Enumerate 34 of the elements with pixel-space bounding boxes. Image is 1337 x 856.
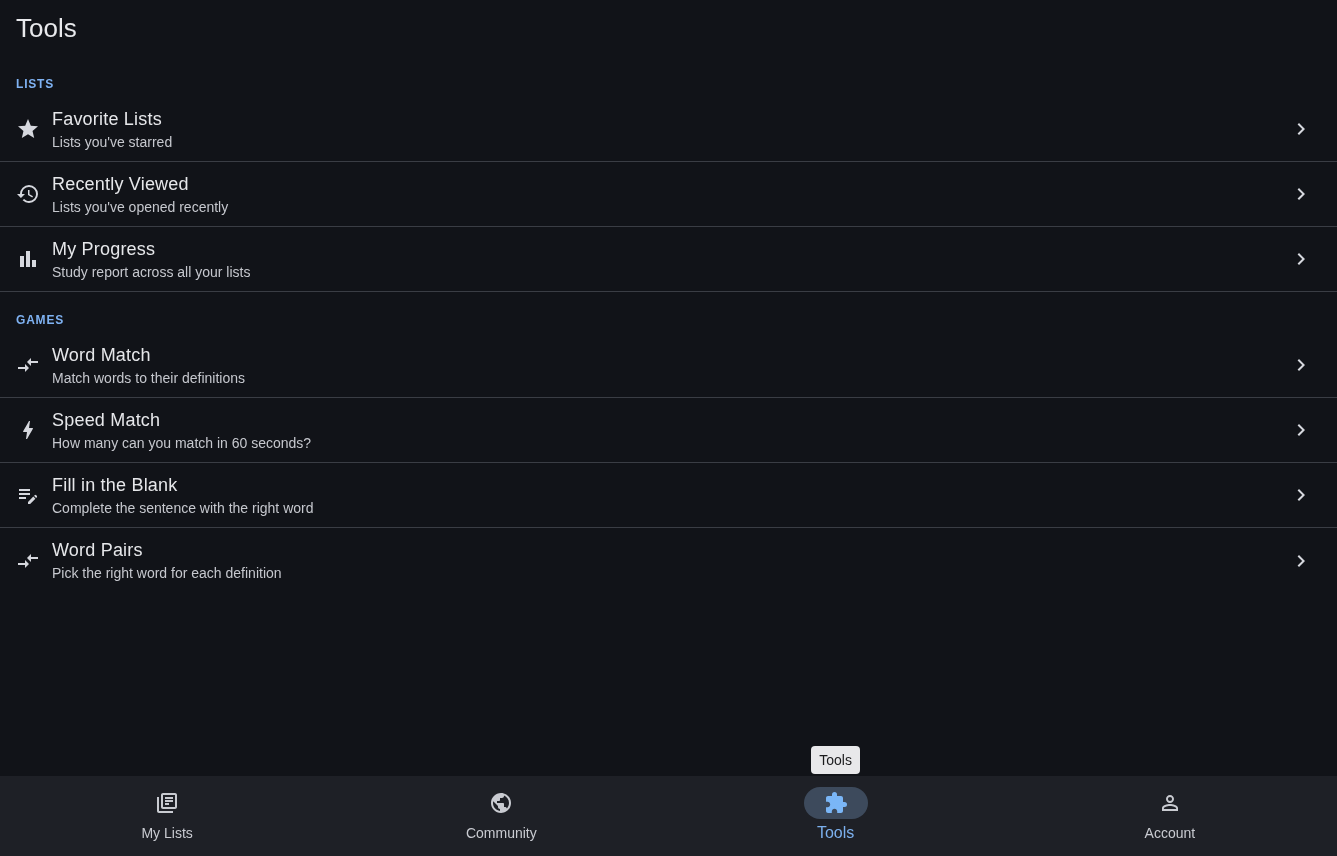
nav-tab[interactable]: My Lists — [135, 776, 200, 856]
item-subtitle: Match words to their definitions — [52, 368, 246, 388]
list-item[interactable]: Favorite Lists Lists you've starred — [0, 97, 1337, 162]
section-heading: GAMES — [16, 312, 64, 328]
tooltip: Tools — [811, 746, 860, 774]
item-title: Fill in the Blank — [52, 473, 179, 497]
section-heading: LISTS — [16, 76, 54, 92]
nav-tab[interactable]: Community — [465, 776, 537, 856]
item-subtitle: Study report across all your lists — [52, 262, 252, 282]
item-title: Word Match — [52, 343, 152, 367]
nav-tab[interactable]: Account — [1137, 776, 1202, 856]
puzzle-piece-icon — [823, 791, 848, 815]
item-title: My Progress — [52, 237, 157, 261]
item-title: Speed Match — [52, 408, 162, 432]
list-item[interactable]: Fill in the Blank Complete the sentence with the right word — [0, 463, 1337, 528]
list-item[interactable]: Word Pairs Pick the right word for each definition — [0, 528, 1337, 593]
page-title: Tools — [16, 12, 77, 44]
list-item[interactable]: Word Match Match words to their definitions — [0, 333, 1337, 398]
item-title: Favorite Lists — [52, 107, 163, 131]
globe-icon — [489, 791, 514, 815]
item-title: Recently Viewed — [52, 172, 190, 196]
stacked-documents-icon — [155, 791, 180, 815]
list-item[interactable]: Recently Viewed Lists you've opened recently — [0, 162, 1337, 227]
item-subtitle: Lists you've opened recently — [52, 197, 230, 217]
nav-tab[interactable]: Tools — [803, 776, 868, 856]
list-item[interactable]: My Progress Study report across all your lists — [0, 227, 1337, 292]
item-subtitle: How many can you match in 60 seconds? — [52, 433, 313, 453]
item-title: Word Pairs — [52, 539, 144, 562]
history-icon — [16, 182, 40, 206]
item-subtitle: Lists you've starred — [52, 132, 174, 152]
star-icon — [16, 117, 40, 141]
list-item[interactable]: Speed Match How many can you match in 60 seconds? — [0, 398, 1337, 463]
item-subtitle: Pick the right word for each definition — [52, 564, 283, 583]
item-subtitle: Complete the sentence with the right word — [52, 498, 315, 518]
